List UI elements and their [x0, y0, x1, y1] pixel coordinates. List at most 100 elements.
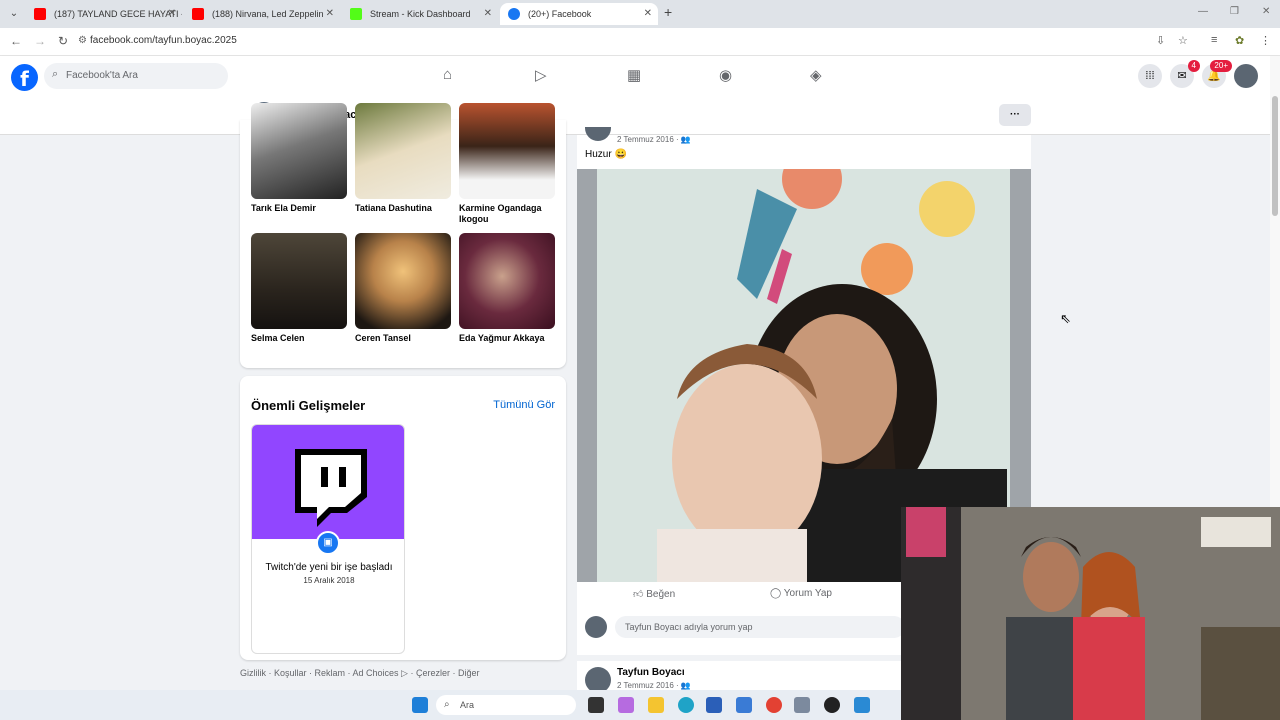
browser-tab[interactable]: (188) Nirvana, Led Zeppelin ✕ — [184, 3, 340, 25]
menu-grid-icon[interactable]: ⁞⁞⁞ — [1138, 64, 1162, 88]
browser-tab-active[interactable]: (20+) Facebook ✕ — [500, 3, 658, 25]
friend-tile[interactable]: Selma Celen — [251, 233, 347, 344]
close-icon[interactable]: ✕ — [644, 3, 652, 25]
commenter-avatar — [585, 616, 607, 638]
facebook-logo-icon[interactable]: f — [11, 64, 38, 91]
site-info-icon[interactable]: ⚙ — [78, 35, 87, 46]
facebook-header: f ⌕ Facebook'ta Ara ⌂ ▷ ▦ ◉ ◈ ⁞⁞⁞ ✉ 4 🔔 20… — [0, 56, 1280, 96]
url-field[interactable]: facebook.com/tayfun.boyac.2025 — [90, 35, 237, 46]
mouse-cursor-icon: ⇖ — [1060, 311, 1071, 326]
copilot-icon[interactable] — [618, 697, 634, 713]
post-date[interactable]: 2 Temmuz 2016 · 👥 — [617, 681, 691, 690]
outlook-icon[interactable] — [736, 697, 752, 713]
like-button[interactable]: 👍︎ Beğen — [633, 588, 675, 600]
friends-card: Tarık Ela Demir Tatiana Dashutina Karmin… — [240, 103, 566, 368]
gaming-icon[interactable]: ◈ — [810, 66, 822, 84]
taskbar-search-placeholder: Ara — [460, 700, 475, 710]
friend-photo[interactable] — [459, 233, 555, 329]
task-view-icon[interactable] — [588, 697, 604, 713]
window-close-icon[interactable]: ✕ — [1262, 6, 1270, 17]
search-input[interactable]: ⌕ Facebook'ta Ara — [44, 63, 228, 89]
see-all-link[interactable]: Tümünü Gör — [493, 399, 555, 411]
messenger-icon[interactable]: ✉ 4 — [1170, 60, 1200, 88]
facebook-icon — [508, 8, 520, 20]
friend-tile[interactable]: Karmine Ogandaga Ikogou — [459, 103, 555, 225]
file-explorer-icon[interactable] — [648, 697, 664, 713]
tab-title: (188) Nirvana, Led Zeppelin — [212, 9, 324, 19]
friend-name[interactable]: Eda Yağmur Akkaya — [459, 333, 555, 344]
minimize-icon[interactable]: — — [1198, 6, 1208, 17]
friend-name[interactable]: Ceren Tansel — [355, 333, 451, 344]
life-event-card[interactable]: ▣ Twitch'de yeni bir işe başladı 15 Aral… — [251, 424, 405, 654]
edge-icon[interactable] — [678, 697, 694, 713]
friend-photo[interactable] — [459, 103, 555, 199]
app-icon[interactable] — [854, 697, 870, 713]
menu-icon[interactable]: ⋮ — [1260, 34, 1271, 47]
youtube-icon — [192, 8, 204, 20]
friend-tile[interactable]: Eda Yağmur Akkaya — [459, 233, 555, 344]
post-author-name[interactable]: Tayfun Boyacı — [617, 667, 685, 678]
friend-name[interactable]: Selma Celen — [251, 333, 347, 344]
footer-links[interactable]: Gizlilik · Koşullar · Reklam · Ad Choice… — [240, 668, 479, 679]
browser-tab[interactable]: (187) TAYLAND GECE HAYATI - ✕ — [26, 3, 182, 25]
close-icon[interactable]: ✕ — [484, 3, 492, 25]
friend-photo[interactable] — [355, 233, 451, 329]
marketplace-icon[interactable]: ▦ — [627, 66, 641, 84]
like-icon: 👍︎ — [633, 589, 647, 600]
comment-button[interactable]: ◯ Yorum Yap — [770, 588, 832, 599]
store-icon[interactable] — [706, 697, 722, 713]
calculator-icon[interactable] — [794, 697, 810, 713]
section-title: Önemli Gelişmeler — [251, 398, 366, 413]
notifications-icon[interactable]: 🔔 20+ — [1202, 60, 1232, 88]
search-icon: ⌕ — [444, 699, 450, 710]
reload-icon[interactable]: ↻ — [58, 34, 68, 48]
forward-icon[interactable]: → — [34, 34, 46, 48]
obs-icon[interactable] — [824, 697, 840, 713]
install-icon[interactable]: ⇩ — [1156, 34, 1165, 47]
post-date[interactable]: 2 Temmuz 2016 · 👥 — [617, 135, 691, 144]
media-icon[interactable]: ≡ — [1211, 34, 1217, 46]
comment-icon: ◯ — [770, 588, 784, 599]
briefcase-icon: ▣ — [316, 531, 340, 555]
browser-tab[interactable]: Stream - Kick Dashboard ✕ — [342, 3, 498, 25]
twitch-logo-icon — [295, 449, 367, 527]
back-icon[interactable]: ← — [10, 34, 22, 48]
close-icon[interactable]: ✕ — [326, 3, 334, 25]
chrome-icon[interactable] — [766, 697, 782, 713]
extension-icon[interactable]: ✿ — [1235, 34, 1244, 47]
notification-badge: 20+ — [1210, 60, 1232, 72]
friend-tile[interactable]: Tarık Ela Demir — [251, 103, 347, 214]
windows-taskbar: ⌕ Ara — [0, 690, 901, 720]
account-avatar[interactable] — [1234, 64, 1258, 88]
address-bar-row: ← → ↻ ⚙ facebook.com/tayfun.boyac.2025 ⇩… — [0, 28, 1280, 56]
taskbar-search-input[interactable]: ⌕ Ara — [436, 695, 576, 715]
highlights-card: Önemli Gelişmeler Tümünü Gör ▣ Twitch'de… — [240, 376, 566, 660]
more-options-button[interactable]: ··· — [999, 104, 1031, 126]
tab-title: (187) TAYLAND GECE HAYATI - — [54, 9, 182, 19]
comment-input[interactable]: Tayfun Boyacı adıyla yorum yap — [615, 616, 905, 638]
profile-sticky-bar: Tayfun Boyacı ··· — [0, 96, 1270, 135]
friend-photo[interactable] — [251, 103, 347, 199]
post-author-avatar[interactable] — [585, 127, 611, 141]
close-icon[interactable]: ✕ — [168, 3, 176, 25]
friend-name[interactable]: Tatiana Dashutina — [355, 203, 451, 214]
tab-search-icon[interactable]: ⌄ — [6, 6, 22, 22]
friend-name[interactable]: Karmine Ogandaga Ikogou — [459, 203, 555, 225]
groups-icon[interactable]: ◉ — [719, 66, 732, 84]
new-tab-icon[interactable]: + — [664, 4, 672, 20]
friend-name[interactable]: Tarık Ela Demir — [251, 203, 347, 214]
windows-start-icon[interactable] — [412, 697, 428, 713]
bookmark-star-icon[interactable]: ☆ — [1178, 34, 1188, 47]
scrollbar-thumb[interactable] — [1272, 96, 1278, 216]
webcam-overlay — [901, 507, 1280, 720]
maximize-icon[interactable]: ❐ — [1230, 6, 1239, 17]
youtube-icon — [34, 8, 46, 20]
messenger-badge: 4 — [1187, 60, 1200, 72]
friend-tile[interactable]: Tatiana Dashutina — [355, 103, 451, 214]
home-icon[interactable]: ⌂ — [443, 66, 452, 83]
friend-tile[interactable]: Ceren Tansel — [355, 233, 451, 344]
video-icon[interactable]: ▷ — [535, 66, 547, 84]
friend-photo[interactable] — [355, 103, 451, 199]
browser-tab-bar: ⌄ (187) TAYLAND GECE HAYATI - ✕ (188) Ni… — [0, 0, 1280, 28]
friend-photo[interactable] — [251, 233, 347, 329]
